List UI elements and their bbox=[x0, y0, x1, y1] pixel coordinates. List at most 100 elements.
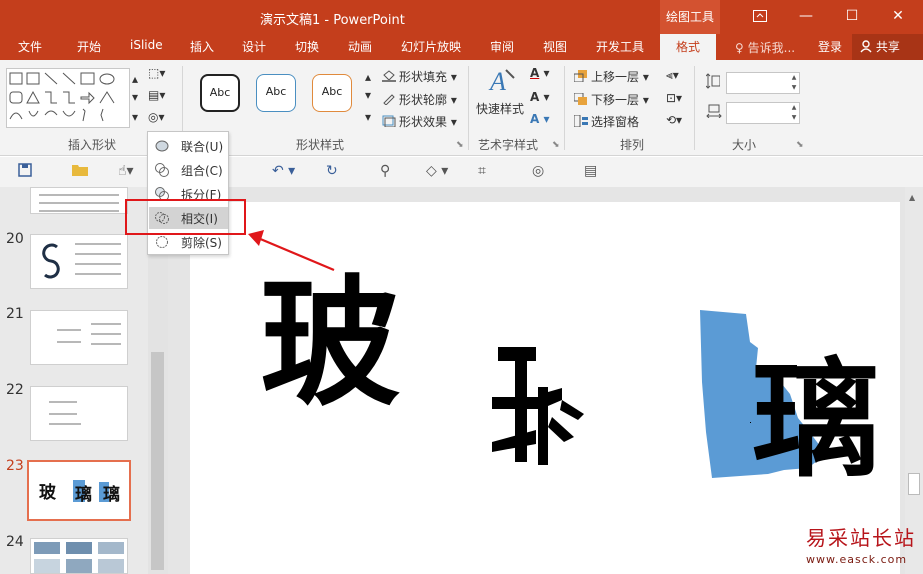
slide-thumb-21[interactable] bbox=[30, 310, 128, 365]
ribbon-tabs: 文件 开始 iSlide 插入 设计 切换 动画 幻灯片放映 审阅 视图 开发工… bbox=[0, 34, 923, 60]
tab-design[interactable]: 设计 bbox=[242, 38, 266, 55]
width-input[interactable]: ▲ ▼ bbox=[726, 102, 800, 124]
slide-number-21: 21 bbox=[6, 306, 24, 322]
slide-thumb-24[interactable] bbox=[30, 538, 128, 574]
style-gallery-up[interactable]: ▴ bbox=[365, 70, 371, 84]
redo-icon[interactable]: ↻ bbox=[326, 163, 338, 179]
bring-forward-icon bbox=[573, 70, 588, 83]
slide-number-20: 20 bbox=[6, 231, 24, 247]
shape-fill-button[interactable]: 形状填充 ▾ bbox=[382, 68, 457, 85]
tab-islide[interactable]: iSlide bbox=[130, 38, 163, 52]
style-gallery-more[interactable]: ▾ bbox=[365, 110, 371, 124]
tab-animations[interactable]: 动画 bbox=[348, 38, 372, 55]
merge-icon[interactable]: ◎ bbox=[532, 163, 544, 179]
tab-insert[interactable]: 插入 bbox=[190, 38, 214, 55]
char-1-glyph[interactable]: 玻 bbox=[260, 263, 400, 426]
ribbon-format: ▴ ▾ ▾ ⬚▾ ▤▾ ◎▾ 插入形状 Abc Abc Abc ▴ ▾ ▾ 形状… bbox=[0, 60, 923, 156]
tab-home[interactable]: 开始 bbox=[77, 38, 101, 55]
annotation-arrow-icon bbox=[248, 230, 335, 272]
shape-style-3[interactable]: Abc bbox=[312, 74, 352, 112]
char-3-glyph[interactable]: 璃 bbox=[752, 346, 880, 495]
slide-thumb-23[interactable]: 玻 璃 璃 bbox=[27, 460, 131, 521]
thumb-char-1: 玻 bbox=[39, 483, 56, 503]
merge-shapes-menu: 联合(U) 组合(C) 拆分(F) 相交(I) 剪除(S) bbox=[147, 131, 229, 255]
person-icon bbox=[860, 40, 876, 54]
width-spinner[interactable]: ▲ ▼ bbox=[789, 103, 799, 123]
ribbon-display-icon[interactable] bbox=[737, 0, 783, 34]
menu-item-union[interactable]: 联合(U) bbox=[149, 135, 228, 157]
text-fill-icon[interactable]: A ▾ bbox=[530, 66, 550, 80]
send-backward-button[interactable]: 下移一层 ▾ bbox=[573, 91, 649, 108]
paint-bucket-icon bbox=[382, 70, 396, 82]
tab-review[interactable]: 审阅 bbox=[490, 38, 514, 55]
save-icon[interactable] bbox=[18, 163, 32, 181]
quick-styles-icon[interactable]: A bbox=[488, 66, 516, 99]
tab-slideshow[interactable]: 幻灯片放映 bbox=[401, 38, 461, 55]
open-folder-icon[interactable] bbox=[72, 163, 88, 180]
presenter-icon[interactable]: ⚲ bbox=[380, 163, 390, 179]
shape-outline-button[interactable]: 形状轮廓 ▾ bbox=[382, 91, 457, 108]
height-spinner[interactable]: ▲ ▼ bbox=[789, 73, 799, 93]
close-button[interactable]: ✕ bbox=[875, 0, 921, 34]
share-button[interactable]: 共享 bbox=[852, 34, 923, 60]
textbox-qat-icon[interactable]: ▤ bbox=[584, 163, 597, 179]
char-2-fragment[interactable] bbox=[492, 347, 584, 465]
maximize-button[interactable]: ☐ bbox=[829, 0, 875, 34]
gallery-more[interactable]: ▾ bbox=[132, 110, 138, 124]
minimize-button[interactable]: — bbox=[783, 0, 829, 34]
text-effects-icon[interactable]: A ▾ bbox=[530, 112, 550, 126]
slide-thumb-20[interactable] bbox=[30, 234, 128, 289]
group-icon[interactable]: ⊡▾ bbox=[666, 91, 682, 105]
menu-item-combine[interactable]: 组合(C) bbox=[149, 159, 228, 181]
shape-gallery[interactable] bbox=[6, 68, 130, 128]
shape-styles-label: 形状样式 bbox=[296, 138, 345, 152]
merge-shapes-button[interactable]: ◎▾ bbox=[148, 110, 165, 124]
login-link[interactable]: 登录 bbox=[818, 38, 842, 55]
shape-effects-button[interactable]: 形状效果 ▾ bbox=[382, 113, 457, 130]
shape-style-1[interactable]: Abc bbox=[200, 74, 240, 112]
quick-styles-label[interactable]: 快速样式 bbox=[476, 100, 524, 117]
edit-shape-icon[interactable]: ⬚▾ bbox=[148, 66, 165, 80]
selection-pane-icon bbox=[573, 114, 588, 128]
shape-select-icon[interactable]: ◇ ▾ bbox=[426, 163, 448, 179]
slide-thumb-22[interactable] bbox=[30, 386, 128, 441]
textbox-icon[interactable]: ▤▾ bbox=[148, 88, 165, 102]
selection-pane-button[interactable]: 选择窗格 bbox=[573, 113, 639, 130]
slide-scroll-thumb[interactable] bbox=[908, 473, 920, 495]
scroll-up-icon[interactable]: ▲ bbox=[909, 193, 915, 202]
quick-access-toolbar: ☝▾ ▿ ↶ ▾ ↻ ⚲ ◇ ▾ ⌗ ◎ ▤ bbox=[0, 157, 923, 187]
lightbulb-icon: ♀ bbox=[735, 41, 744, 55]
watermark-text: 易采站长站 bbox=[806, 526, 916, 550]
align-icon[interactable]: ⫷▾ bbox=[666, 68, 679, 83]
tell-me-search[interactable]: ♀ 告诉我... bbox=[735, 39, 795, 56]
shape-styles-launcher[interactable]: ⬊ bbox=[456, 140, 464, 150]
touch-mode-icon[interactable]: ☝▾ bbox=[118, 163, 134, 179]
height-input[interactable]: ▲ ▼ bbox=[726, 72, 800, 94]
slide-number-23: 23 bbox=[6, 458, 24, 474]
tab-transitions[interactable]: 切换 bbox=[295, 38, 319, 55]
thumbnail-scroll-thumb[interactable] bbox=[151, 352, 164, 570]
size-launcher[interactable]: ⬊ bbox=[796, 140, 804, 150]
drawing-tools-context-tab[interactable]: 绘图工具 bbox=[660, 0, 720, 34]
shape-style-2[interactable]: Abc bbox=[256, 74, 296, 112]
rotate-icon[interactable]: ⟲▾ bbox=[666, 113, 682, 127]
crop-icon[interactable]: ⌗ bbox=[478, 163, 486, 179]
slide-thumb-19[interactable] bbox=[30, 187, 128, 214]
send-backward-icon bbox=[573, 92, 588, 105]
tab-format[interactable]: 格式 bbox=[660, 34, 717, 60]
style-gallery-down[interactable]: ▾ bbox=[365, 88, 371, 102]
bring-forward-button[interactable]: 上移一层 ▾ bbox=[573, 68, 649, 85]
tab-file[interactable]: 文件 bbox=[18, 38, 42, 55]
text-outline-icon[interactable]: A ▾ bbox=[530, 90, 550, 104]
tab-developer[interactable]: 开发工具 bbox=[596, 38, 644, 55]
photo-grid-icon bbox=[34, 542, 124, 573]
gallery-scroll-up[interactable]: ▴ bbox=[132, 72, 138, 86]
wordart-launcher[interactable]: ⬊ bbox=[552, 140, 560, 150]
tab-view[interactable]: 视图 bbox=[543, 38, 567, 55]
union-icon bbox=[155, 140, 169, 152]
pen-icon bbox=[382, 93, 396, 106]
arrange-label: 排列 bbox=[620, 138, 645, 152]
undo-icon[interactable]: ↶ ▾ bbox=[272, 163, 295, 179]
gallery-scroll-down[interactable]: ▾ bbox=[132, 90, 138, 104]
slide-scrollbar[interactable]: ▲ bbox=[905, 187, 923, 574]
